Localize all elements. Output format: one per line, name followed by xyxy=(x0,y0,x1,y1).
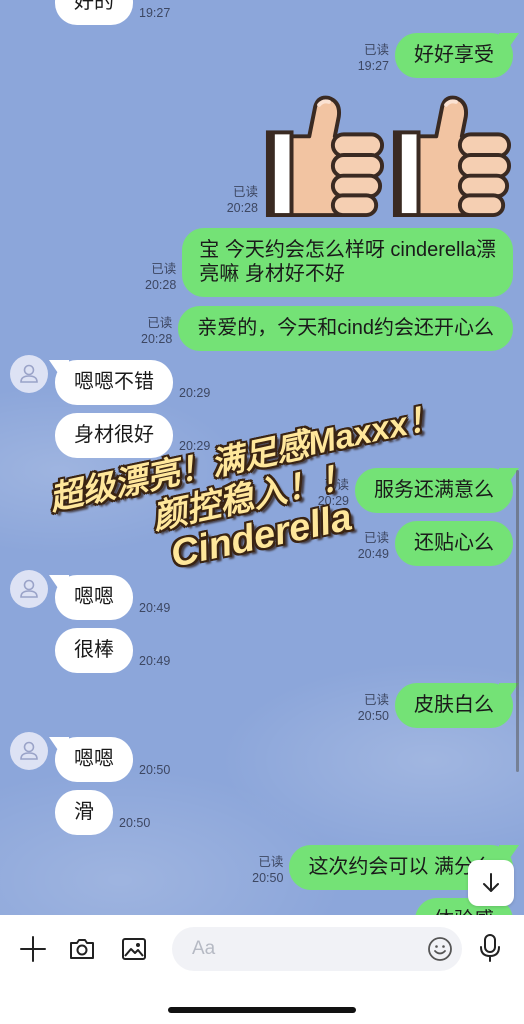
emoji-icon[interactable] xyxy=(427,936,453,962)
read-receipt: 已读 xyxy=(147,316,173,330)
message-bubble: 很棒 xyxy=(55,628,133,673)
message-meta: 20:29 xyxy=(179,385,210,405)
message-time: 20:49 xyxy=(357,547,389,561)
message-row: 很棒 20:49 xyxy=(55,628,170,673)
message-bubble: 嗯嗯 xyxy=(55,737,133,782)
message-time: 20:50 xyxy=(119,816,151,830)
message-time: 20:50 xyxy=(252,871,284,885)
message-bubble: 嗯嗯不错 xyxy=(55,360,173,405)
message-bubble: 好好享受 xyxy=(395,33,513,78)
message-meta: 已读 20:28 xyxy=(145,261,176,297)
message-row: 已读 20:28 xyxy=(227,92,513,220)
scrollbar[interactable] xyxy=(516,470,519,772)
message-bubble: 滑 xyxy=(55,790,113,835)
message-meta: 已读 20:50 xyxy=(358,692,389,728)
message-time: 20:50 xyxy=(139,763,171,777)
message-row: 已读 20:50 皮肤白么 xyxy=(358,683,513,728)
read-receipt: 已读 xyxy=(232,185,258,199)
message-meta: 20:50 xyxy=(139,762,170,782)
message-meta: 19:27 xyxy=(139,5,170,25)
message-row: 嗯嗯不错 20:29 xyxy=(55,360,210,405)
message-input-field[interactable] xyxy=(172,927,462,971)
thumbs-up-icon xyxy=(265,95,385,217)
message-meta: 已读 20:28 xyxy=(141,315,172,351)
message-input[interactable] xyxy=(172,927,412,971)
read-receipt: 已读 xyxy=(151,262,177,276)
message-bubble: 身材很好 xyxy=(55,413,173,458)
sticker-message xyxy=(264,92,513,220)
message-time: 20:28 xyxy=(226,201,258,215)
chat-area[interactable]: 好的 19:27 已读 19:27 好好享受 已读 20:28 已读 20:28… xyxy=(0,0,524,915)
message-meta: 已读 20:49 xyxy=(358,530,389,566)
input-bar xyxy=(0,915,524,1024)
message-meta: 20:50 xyxy=(119,815,150,835)
home-indicator[interactable] xyxy=(168,1007,356,1013)
message-line: 亮嘛 身材好不好 xyxy=(199,263,345,285)
message-bubble: 好的 xyxy=(55,0,133,25)
user-avatar-icon[interactable] xyxy=(10,355,48,393)
microphone-icon[interactable] xyxy=(478,933,502,963)
message-bubble: 皮肤白么 xyxy=(395,683,513,728)
scroll-to-bottom-button[interactable] xyxy=(468,860,514,906)
message-meta: 已读 20:50 xyxy=(252,854,283,890)
message-meta: 已读 19:27 xyxy=(358,42,389,78)
message-bubble: 宝 今天约会怎么样呀 cinderella漂 亮嘛 身材好不好 xyxy=(182,228,513,297)
image-icon[interactable] xyxy=(120,935,148,963)
user-avatar-icon[interactable] xyxy=(10,732,48,770)
message-bubble: 亲爱的，今天和cind约会还开心么 xyxy=(178,306,513,351)
read-receipt: 已读 xyxy=(363,693,389,707)
message-meta: 已读 20:28 xyxy=(227,184,258,220)
message-meta: 20:49 xyxy=(139,600,170,620)
arrow-down-icon xyxy=(483,873,499,892)
message-time: 19:27 xyxy=(357,59,389,73)
message-time: 20:49 xyxy=(139,601,171,615)
message-time: 20:28 xyxy=(141,332,173,346)
message-row: 已读 20:28 宝 今天约会怎么样呀 cinderella漂 亮嘛 身材好不好 xyxy=(145,228,513,297)
message-time: 19:27 xyxy=(139,6,171,20)
message-meta: 20:49 xyxy=(139,653,170,673)
plus-icon[interactable] xyxy=(19,935,47,963)
message-time: 20:49 xyxy=(139,654,171,668)
message-time: 20:50 xyxy=(357,709,389,723)
camera-icon[interactable] xyxy=(68,935,96,963)
message-bubble: 还贴心么 xyxy=(395,521,513,566)
message-time: 20:28 xyxy=(145,278,177,292)
message-row: 已读 19:27 好好享受 xyxy=(358,33,513,78)
read-receipt: 已读 xyxy=(258,855,284,869)
message-row: 好的 19:27 xyxy=(55,0,170,25)
message-row: 已读 20:28 亲爱的，今天和cind约会还开心么 xyxy=(141,306,513,351)
thumbs-up-icon xyxy=(392,95,512,217)
message-line: 宝 今天约会怎么样呀 cinderella漂 xyxy=(199,239,496,261)
message-row: 滑 20:50 xyxy=(55,790,150,835)
read-receipt: 已读 xyxy=(363,43,389,57)
message-time: 20:29 xyxy=(179,386,211,400)
message-row: 嗯嗯 20:50 xyxy=(55,737,170,782)
